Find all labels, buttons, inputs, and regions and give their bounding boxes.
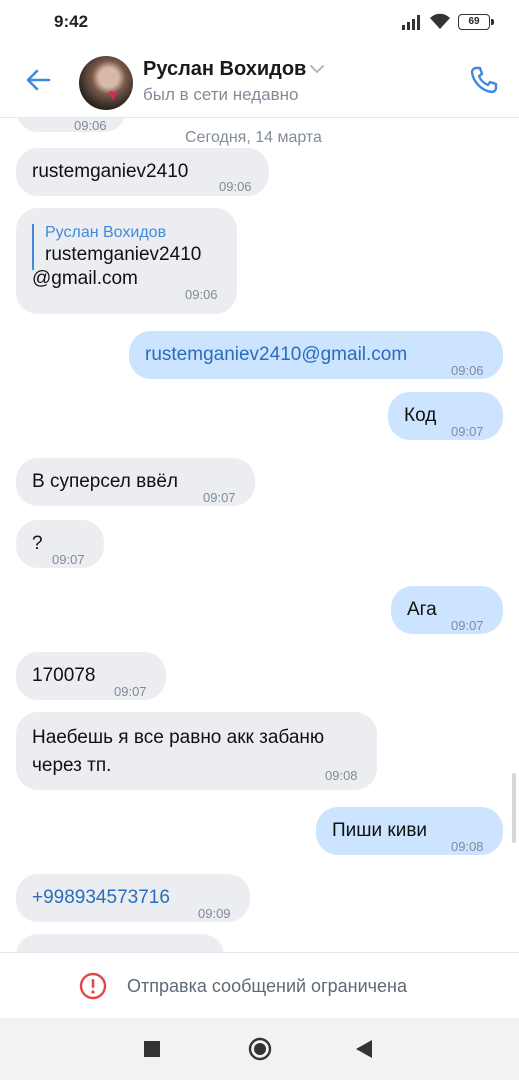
chevron-down-icon[interactable]: [310, 64, 324, 74]
message-bubble-outgoing[interactable]: rustemganiev2410@gmail.com 09:06: [129, 331, 503, 379]
message-bubble-incoming[interactable]: 09:06: [16, 118, 126, 133]
message-time: 09:08: [451, 839, 484, 854]
message-text: Код: [404, 405, 437, 426]
home-icon[interactable]: [248, 1037, 272, 1061]
message-time: 09:06: [219, 179, 252, 194]
contact-name[interactable]: Руслан Вохидов: [143, 58, 306, 81]
phone-icon[interactable]: [468, 64, 500, 96]
message-time: 09:06: [451, 363, 484, 378]
message-time: 09:06: [185, 287, 218, 302]
message-phone-link[interactable]: +998934573716: [32, 884, 170, 912]
message-bubble-incoming[interactable]: rustemganiev2410 09:06: [16, 148, 269, 196]
error-icon: [79, 972, 107, 1000]
message-text: Ага: [407, 599, 437, 620]
message-bubble-incoming[interactable]: [16, 934, 224, 952]
battery-icon: 69: [458, 14, 494, 30]
signal-icon: [402, 15, 420, 30]
message-text: @gmail.com: [32, 268, 138, 289]
message-text: Пиши киви: [332, 820, 428, 841]
recent-apps-icon[interactable]: [144, 1041, 160, 1057]
wifi-icon: [430, 13, 450, 29]
message-bubble-incoming[interactable]: В суперсел ввёл 09:07: [16, 458, 255, 506]
message-bubble-outgoing[interactable]: Код 09:07: [388, 392, 503, 440]
message-bubble-incoming[interactable]: 170078 09:07: [16, 652, 166, 700]
message-link[interactable]: rustemganiev2410@gmail.com: [145, 341, 407, 369]
status-time: 9:42: [54, 12, 89, 31]
message-bubble-reply[interactable]: Руслан Вохидов rustemganiev2410 @gmail.c…: [16, 208, 237, 314]
message-bubble-incoming[interactable]: Наебешь я все равно акк забаню через тп.…: [16, 712, 377, 790]
message-time: 09:08: [325, 768, 358, 783]
message-text-line-2: через тп.: [32, 755, 112, 776]
message-time: 09:09: [198, 906, 231, 921]
message-time: 09:07: [52, 552, 85, 567]
contact-status: был в сети недавно: [143, 85, 299, 104]
message-bubble-outgoing[interactable]: Ага 09:07: [391, 586, 503, 634]
chat-header: ♥ Руслан Вохидов был в сети недавно: [0, 44, 519, 118]
back-arrow-icon[interactable]: [22, 64, 54, 96]
message-bubble-incoming[interactable]: ? 09:07: [16, 520, 104, 568]
message-list[interactable]: 09:06 Сегодня, 14 марта rustemganiev2410…: [0, 118, 519, 952]
message-time: 09:07: [114, 684, 147, 699]
messaging-restricted-banner: Отправка сообщений ограничена: [0, 952, 519, 1018]
message-text-line-1: Наебешь я все равно акк забаню: [32, 727, 325, 748]
restriction-text: Отправка сообщений ограничена: [127, 976, 407, 996]
avatar[interactable]: [79, 56, 133, 110]
message-bubble-incoming[interactable]: +998934573716 09:09: [16, 874, 250, 922]
message-bubble-outgoing[interactable]: Пиши киви 09:08: [316, 807, 503, 855]
message-time: 09:06: [74, 118, 107, 133]
status-bar: 9:42 69: [0, 0, 519, 44]
message-time: 09:07: [451, 424, 484, 439]
reply-quote-bar: [32, 224, 34, 270]
system-nav-bar: [0, 1018, 519, 1080]
heart-icon: ♥: [108, 87, 118, 104]
message-text: rustemganiev2410: [32, 161, 189, 182]
back-triangle-icon[interactable]: [356, 1040, 374, 1058]
message-text: ?: [32, 533, 43, 554]
message-time: 09:07: [451, 618, 484, 633]
message-text: 170078: [32, 665, 96, 686]
message-text: В суперсел ввёл: [32, 471, 179, 492]
scrollbar[interactable]: [512, 773, 516, 843]
message-time: 09:07: [203, 490, 236, 505]
